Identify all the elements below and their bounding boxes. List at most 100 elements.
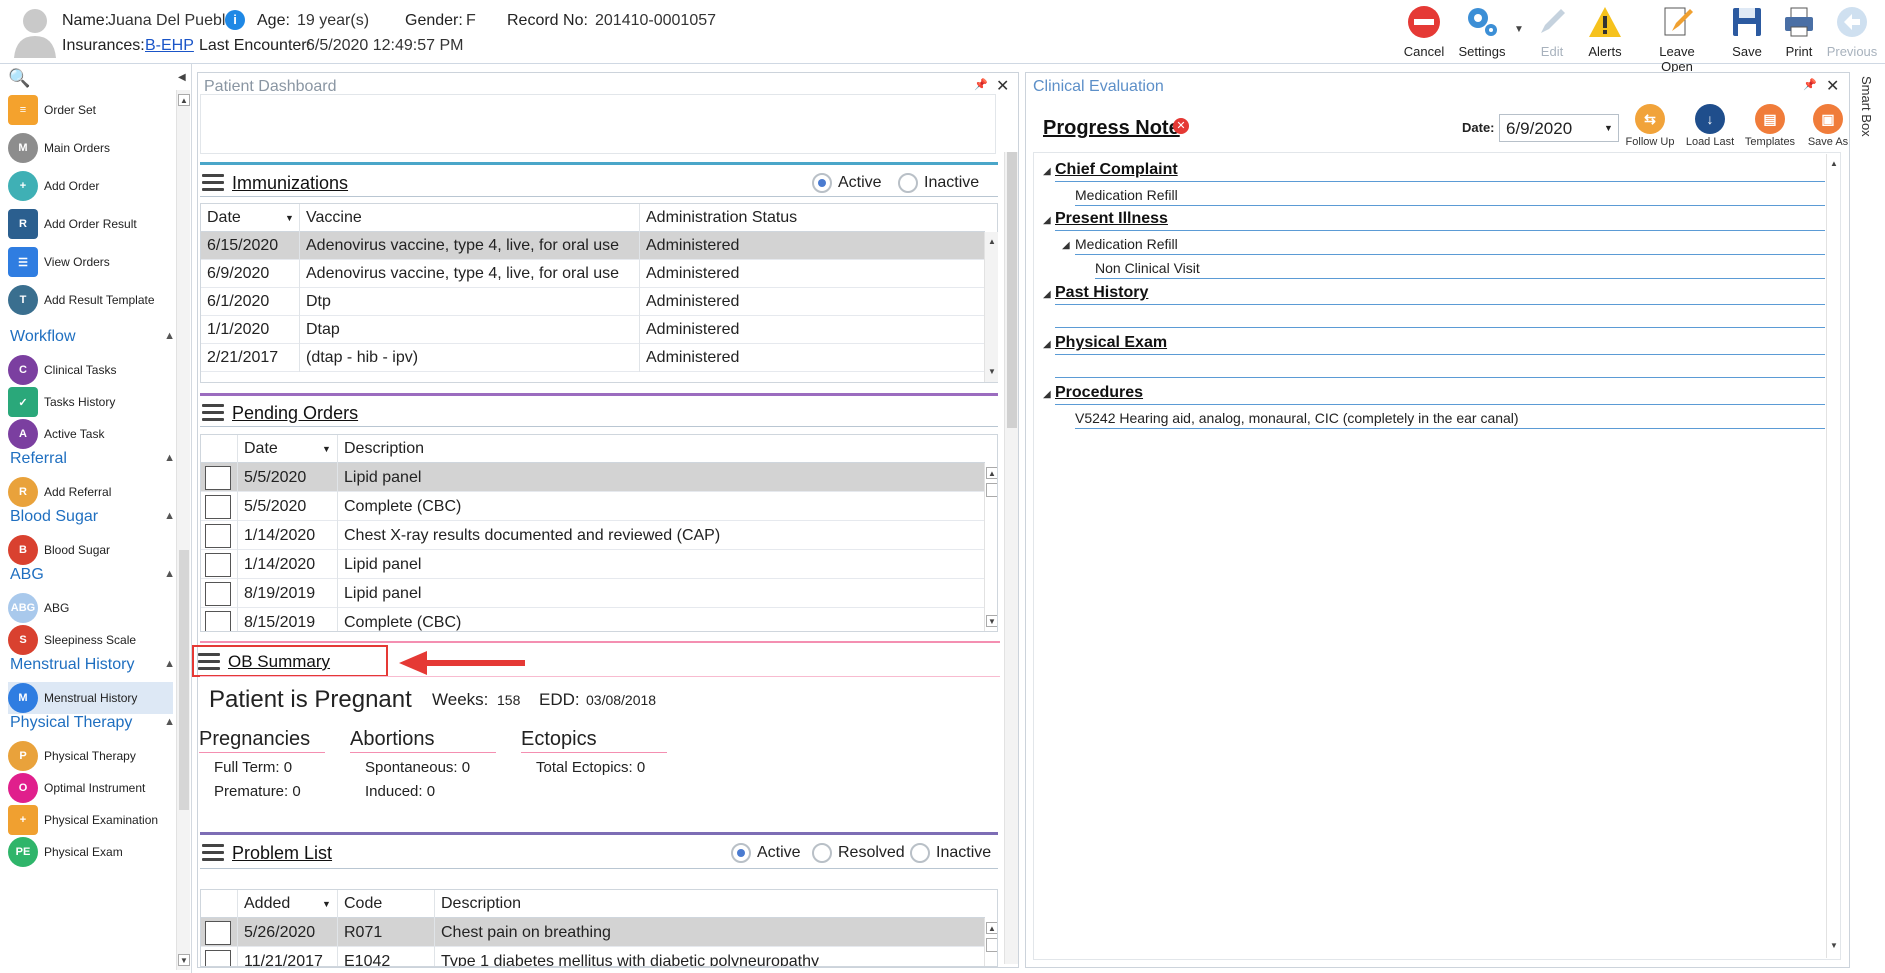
- cancel-button[interactable]: Cancel: [1392, 4, 1456, 59]
- immunizations-title[interactable]: Immunizations: [232, 173, 348, 194]
- settings-button[interactable]: Settings: [1450, 4, 1514, 59]
- column-header-added[interactable]: Added ▼: [237, 890, 337, 918]
- row-checkbox[interactable]: [205, 553, 231, 577]
- scroll-thumb[interactable]: [986, 938, 997, 952]
- table-row[interactable]: 1/14/2020 Chest X-ray results documented …: [201, 521, 984, 550]
- present-illness-title[interactable]: Present Illness: [1055, 210, 1168, 228]
- collapse-triangle-icon[interactable]: ◢: [1043, 166, 1051, 177]
- sort-down-icon[interactable]: ▼: [322, 435, 331, 463]
- table-row[interactable]: 11/21/2017 E1042 Type 1 diabetes mellitus …: [201, 947, 984, 966]
- follow-up-button[interactable]: ⇆ Follow Up: [1622, 104, 1678, 148]
- problem-filter-resolved[interactable]: Resolved: [812, 843, 905, 863]
- table-row[interactable]: 1/1/2020 Dtap Administered: [201, 316, 984, 344]
- scroll-down-icon[interactable]: ▼: [986, 615, 997, 627]
- chevron-up-icon[interactable]: ▲: [164, 330, 175, 342]
- hamburger-menu-icon[interactable]: [202, 174, 224, 192]
- sidebar-item-blood-sugar[interactable]: B Blood Sugar: [8, 534, 173, 566]
- immunizations-filter-active[interactable]: Active: [812, 173, 882, 193]
- problem-list-scrollbar[interactable]: ▲: [984, 918, 997, 966]
- close-icon[interactable]: ✕: [1826, 76, 1839, 96]
- chevron-up-icon[interactable]: ▲: [164, 452, 175, 464]
- collapse-triangle-icon[interactable]: ◢: [1043, 289, 1051, 300]
- sidebar-item-sleepiness-scale[interactable]: S Sleepiness Scale: [8, 624, 173, 656]
- table-row[interactable]: 1/14/2020 Lipid panel: [201, 550, 984, 579]
- sidebar-item-active-task[interactable]: A Active Task: [8, 418, 173, 450]
- procedures-title[interactable]: Procedures: [1055, 384, 1143, 402]
- sidebar-scrollbar[interactable]: ▲ ▼: [176, 90, 190, 970]
- sidebar-scroll-thumb[interactable]: [179, 550, 189, 810]
- save-as-button[interactable]: ▣ Save As: [1800, 104, 1856, 148]
- table-row[interactable]: 6/15/2020 Adenovirus vaccine, type 4, liv…: [201, 232, 984, 260]
- table-row[interactable]: 5/5/2020 Lipid panel: [201, 463, 984, 492]
- note-scrollbar[interactable]: ▲ ▼: [1826, 154, 1840, 958]
- row-checkbox[interactable]: [205, 921, 231, 945]
- pin-icon[interactable]: 📌: [974, 78, 988, 91]
- dashboard-scroll-thumb[interactable]: [1007, 152, 1017, 428]
- date-picker[interactable]: 6/9/2020 ▼: [1499, 114, 1619, 142]
- pending-orders-title[interactable]: Pending Orders: [232, 403, 358, 424]
- sidebar-item-clinical-tasks[interactable]: C Clinical Tasks: [8, 354, 173, 386]
- sidebar-item-optimal-instrument[interactable]: O Optimal Instrument: [8, 772, 173, 804]
- row-checkbox[interactable]: [205, 524, 231, 548]
- collapse-triangle-icon[interactable]: ◢: [1043, 215, 1051, 226]
- collapse-sidebar-icon[interactable]: ◀: [178, 72, 186, 83]
- collapse-triangle-icon[interactable]: ◢: [1043, 389, 1051, 400]
- sidebar-item-add-order[interactable]: + Add Order: [8, 170, 173, 202]
- scroll-down-icon[interactable]: ▼: [1828, 940, 1840, 952]
- problem-filter-active[interactable]: Active: [731, 843, 801, 863]
- sidebar-item-physical-therapy[interactable]: P Physical Therapy: [8, 740, 173, 772]
- row-checkbox[interactable]: [205, 582, 231, 606]
- past-history-title[interactable]: Past History: [1055, 284, 1148, 302]
- chief-complaint-title[interactable]: Chief Complaint: [1055, 161, 1178, 179]
- sidebar-group-physical-therapy[interactable]: Physical Therapy ▲: [10, 714, 175, 732]
- ob-summary-title[interactable]: OB Summary: [228, 652, 330, 672]
- sidebar-item-tasks-history[interactable]: ✓ Tasks History: [8, 386, 173, 418]
- chevron-down-icon[interactable]: ▼: [1604, 123, 1613, 133]
- previous-button[interactable]: Previous: [1820, 4, 1884, 59]
- sidebar-item-menstrual-history[interactable]: M Menstrual History: [8, 682, 173, 714]
- column-header-description[interactable]: Description: [434, 890, 985, 918]
- sidebar-item-add-referral[interactable]: R Add Referral: [8, 476, 173, 508]
- sort-down-icon[interactable]: ▼: [285, 204, 294, 232]
- leave-open-button[interactable]: Leave Open: [1642, 4, 1712, 74]
- row-checkbox[interactable]: [205, 495, 231, 519]
- hamburger-menu-icon[interactable]: [202, 404, 224, 422]
- column-header-date[interactable]: Date ▼: [201, 204, 299, 232]
- table-row[interactable]: 2/21/2017 (dtap - hib - ipv) Administered: [201, 344, 984, 372]
- templates-button[interactable]: ▤ Templates: [1742, 104, 1798, 148]
- pending-orders-scrollbar[interactable]: ▲ ▼: [984, 463, 997, 631]
- sidebar-group-blood-sugar[interactable]: Blood Sugar ▲: [10, 508, 175, 526]
- column-header-date[interactable]: Date ▼: [237, 435, 337, 463]
- table-row[interactable]: 5/26/2020 R071 Chest pain on breathing: [201, 918, 984, 947]
- hamburger-menu-icon[interactable]: [198, 653, 220, 671]
- scroll-down-icon[interactable]: ▼: [178, 954, 190, 966]
- collapse-triangle-icon[interactable]: ◢: [1043, 339, 1051, 350]
- row-checkbox[interactable]: [205, 950, 231, 966]
- scroll-up-icon[interactable]: ▲: [986, 236, 998, 248]
- column-header-vaccine[interactable]: Vaccine: [299, 204, 639, 232]
- immunizations-filter-inactive[interactable]: Inactive: [898, 173, 979, 193]
- collapse-triangle-icon[interactable]: ◢: [1062, 240, 1070, 251]
- scroll-up-icon[interactable]: ▲: [986, 467, 997, 479]
- sidebar-group-menstrual-history[interactable]: Menstrual History ▲: [10, 656, 175, 674]
- column-header-status[interactable]: Administration Status: [639, 204, 985, 232]
- remove-icon[interactable]: ✕: [1173, 118, 1189, 134]
- close-icon[interactable]: ✕: [996, 76, 1009, 96]
- sidebar-item-order-set[interactable]: ≡ Order Set: [8, 94, 173, 126]
- pin-icon[interactable]: 📌: [1803, 78, 1817, 91]
- row-checkbox[interactable]: [205, 611, 231, 631]
- chevron-up-icon[interactable]: ▲: [164, 658, 175, 670]
- sidebar-item-main-orders[interactable]: M Main Orders: [8, 132, 173, 164]
- sidebar-item-abg[interactable]: ABG ABG: [8, 592, 173, 624]
- insurance-link[interactable]: B-EHP: [145, 37, 194, 55]
- row-checkbox[interactable]: [205, 466, 231, 490]
- sidebar-item-add-order-result[interactable]: R Add Order Result: [8, 208, 173, 240]
- info-icon[interactable]: i: [225, 10, 245, 30]
- scroll-up-icon[interactable]: ▲: [986, 922, 997, 934]
- sort-down-icon[interactable]: ▼: [322, 890, 331, 918]
- problem-filter-inactive[interactable]: Inactive: [910, 843, 991, 863]
- scroll-up-icon[interactable]: ▲: [178, 94, 190, 106]
- chevron-up-icon[interactable]: ▲: [164, 510, 175, 522]
- column-header-code[interactable]: Code: [337, 890, 434, 918]
- table-row[interactable]: 5/5/2020 Complete (CBC): [201, 492, 984, 521]
